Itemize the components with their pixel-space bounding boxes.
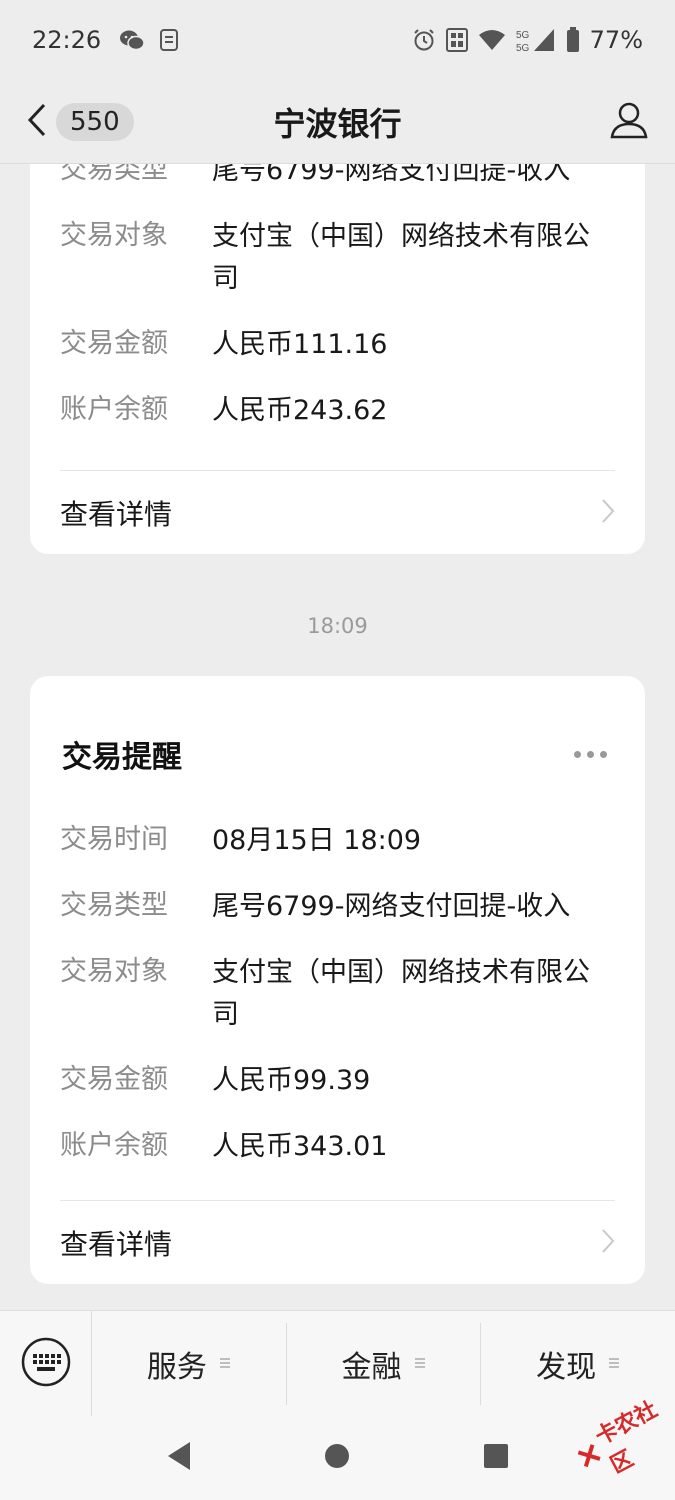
status-time: 22:26 [32, 26, 102, 54]
field-label: 交易对象 [60, 956, 168, 987]
triangle-back-icon [166, 1441, 192, 1475]
wifi-icon [478, 29, 506, 51]
field-value: 人民币99.39 [212, 1065, 371, 1096]
field-value: 人民币111.16 [212, 329, 388, 360]
field-label: 交易类型 [60, 164, 168, 185]
transaction-card: 交易提醒 交易时间 08月15日 18:09 交易类型 尾号6799-网络支付回… [30, 676, 645, 1284]
transaction-card: 交易类型 尾号6799-网络支付回提-收入 交易对象 支付宝（中国）网络技术有限… [30, 164, 645, 554]
field-row-time: 交易时间 08月15日 18:09 [60, 820, 615, 862]
field-label: 交易金额 [60, 328, 168, 359]
field-row-type: 交易类型 尾号6799-网络支付回提-收入 [60, 886, 615, 928]
field-row-amount: 交易金额 人民币99.39 [60, 1060, 615, 1102]
field-label: 账户余额 [60, 1130, 168, 1161]
field-label: 交易类型 [60, 890, 168, 921]
square-recents-icon [483, 1443, 509, 1473]
chevron-left-icon [26, 102, 48, 142]
wechat-icon [119, 29, 145, 51]
more-options-button[interactable] [568, 745, 613, 764]
field-row-balance: 账户余额 人民币243.62 [60, 390, 615, 432]
chevron-right-icon [601, 1228, 615, 1258]
keyboard-icon [20, 1336, 72, 1392]
field-value: 人民币243.62 [212, 395, 388, 426]
status-bar: 22:26 5G 5G 77% [0, 0, 675, 80]
menu-item-services[interactable]: 服务 [92, 1322, 287, 1405]
profile-button[interactable] [609, 100, 649, 144]
view-details-link[interactable]: 查看详情 [30, 472, 645, 554]
divider [60, 470, 615, 471]
field-value: 08月15日 18:09 [212, 825, 422, 856]
view-details-label: 查看详情 [60, 1228, 173, 1261]
field-value: 支付宝（中国）网络技术有限公司 [212, 221, 590, 294]
submenu-lines-icon [608, 1354, 620, 1373]
battery-icon [566, 27, 580, 53]
alarm-icon [412, 28, 436, 52]
more-dot [600, 750, 607, 758]
signal-icon: 5G 5G [516, 27, 556, 53]
field-row-counterparty: 交易对象 支付宝（中国）网络技术有限公司 [60, 952, 615, 1036]
back-button[interactable]: 550 [26, 102, 134, 142]
nav-bar: 550 宁波银行 [0, 80, 675, 164]
field-row-type: 交易类型 尾号6799-网络支付回提-收入 [60, 164, 615, 192]
card-title: 交易提醒 [62, 740, 182, 775]
field-value: 支付宝（中国）网络技术有限公司 [212, 957, 590, 1030]
view-details-label: 查看详情 [60, 498, 173, 531]
unread-count-badge: 550 [56, 102, 134, 141]
submenu-lines-icon [219, 1354, 231, 1373]
message-list[interactable]: 交易类型 尾号6799-网络支付回提-收入 交易对象 支付宝（中国）网络技术有限… [0, 164, 675, 1310]
official-account-menu: 服务 金融 发现 [0, 1310, 675, 1417]
person-icon [609, 102, 649, 144]
menu-label: 发现 [536, 1349, 597, 1385]
field-label: 交易金额 [60, 1064, 168, 1095]
svg-text:5G: 5G [516, 30, 530, 41]
keyboard-toggle-button[interactable] [0, 1310, 92, 1417]
more-dot [574, 750, 581, 758]
field-row-counterparty: 交易对象 支付宝（中国）网络技术有限公司 [60, 216, 615, 300]
field-value: 尾号6799-网络支付回提-收入 [212, 164, 571, 186]
document-icon [159, 28, 179, 52]
nfc-icon [445, 28, 468, 52]
circle-home-icon [324, 1443, 350, 1473]
field-row-balance: 账户余额 人民币343.01 [60, 1126, 615, 1168]
submenu-lines-icon [414, 1354, 426, 1373]
svg-text:5G: 5G [516, 43, 530, 53]
field-label: 交易时间 [60, 824, 168, 855]
system-recents-button[interactable] [483, 1443, 509, 1473]
field-row-amount: 交易金额 人民币111.16 [60, 324, 615, 366]
field-label: 交易对象 [60, 220, 168, 251]
system-back-button[interactable] [166, 1441, 192, 1475]
field-list: 交易时间 08月15日 18:09 交易类型 尾号6799-网络支付回提-收入 … [30, 820, 645, 1192]
field-label: 账户余额 [60, 394, 168, 425]
message-timestamp: 18:09 [307, 614, 368, 638]
divider [60, 1200, 615, 1201]
more-dot [587, 750, 594, 758]
system-navigation-bar [0, 1416, 675, 1500]
field-list: 交易类型 尾号6799-网络支付回提-收入 交易对象 支付宝（中国）网络技术有限… [30, 164, 645, 456]
field-value: 尾号6799-网络支付回提-收入 [212, 891, 571, 922]
menu-label: 金融 [341, 1349, 402, 1385]
card-header: 交易提醒 [30, 676, 645, 776]
field-value: 人民币343.01 [212, 1131, 388, 1162]
view-details-link[interactable]: 查看详情 [30, 1202, 645, 1284]
battery-percent: 77% [589, 26, 643, 54]
system-home-button[interactable] [324, 1443, 350, 1473]
menu-item-finance[interactable]: 金融 [287, 1322, 482, 1405]
chevron-right-icon [601, 498, 615, 528]
menu-label: 服务 [146, 1349, 207, 1385]
